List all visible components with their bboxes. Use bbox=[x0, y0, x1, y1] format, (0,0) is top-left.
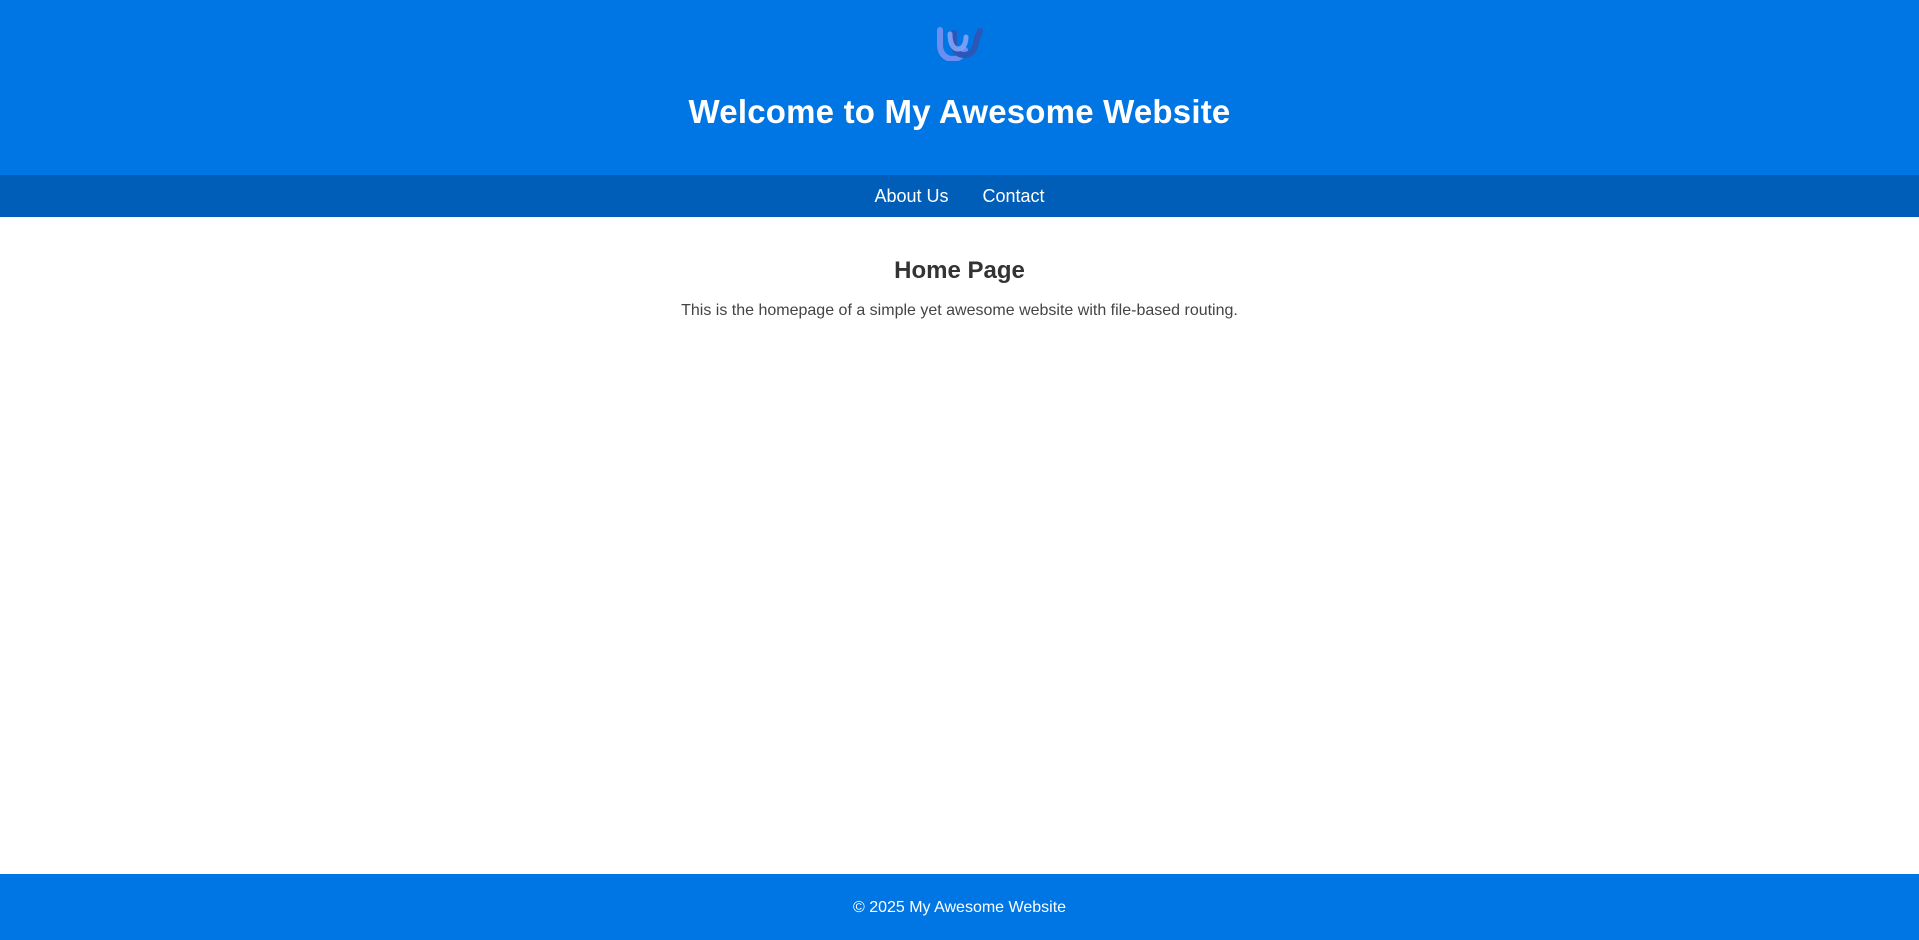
nav-link-about-us[interactable]: About Us bbox=[874, 175, 948, 217]
site-header: Welcome to My Awesome Website bbox=[0, 0, 1919, 175]
main-navigation: About Us Contact bbox=[0, 175, 1919, 217]
site-title: Welcome to My Awesome Website bbox=[688, 93, 1231, 130]
nav-link-contact[interactable]: Contact bbox=[983, 175, 1045, 217]
page-heading: Home Page bbox=[894, 257, 1025, 284]
page-description: This is the homepage of a simple yet awe… bbox=[681, 302, 1238, 319]
main-content: Home Page This is the homepage of a simp… bbox=[0, 217, 1919, 321]
u-shaped-logo-icon bbox=[936, 27, 983, 61]
site-footer: © 2025 My Awesome Website bbox=[0, 874, 1919, 940]
page: Welcome to My Awesome Website About Us C… bbox=[0, 0, 1919, 940]
footer-copyright: © 2025 My Awesome Website bbox=[852, 899, 1067, 916]
